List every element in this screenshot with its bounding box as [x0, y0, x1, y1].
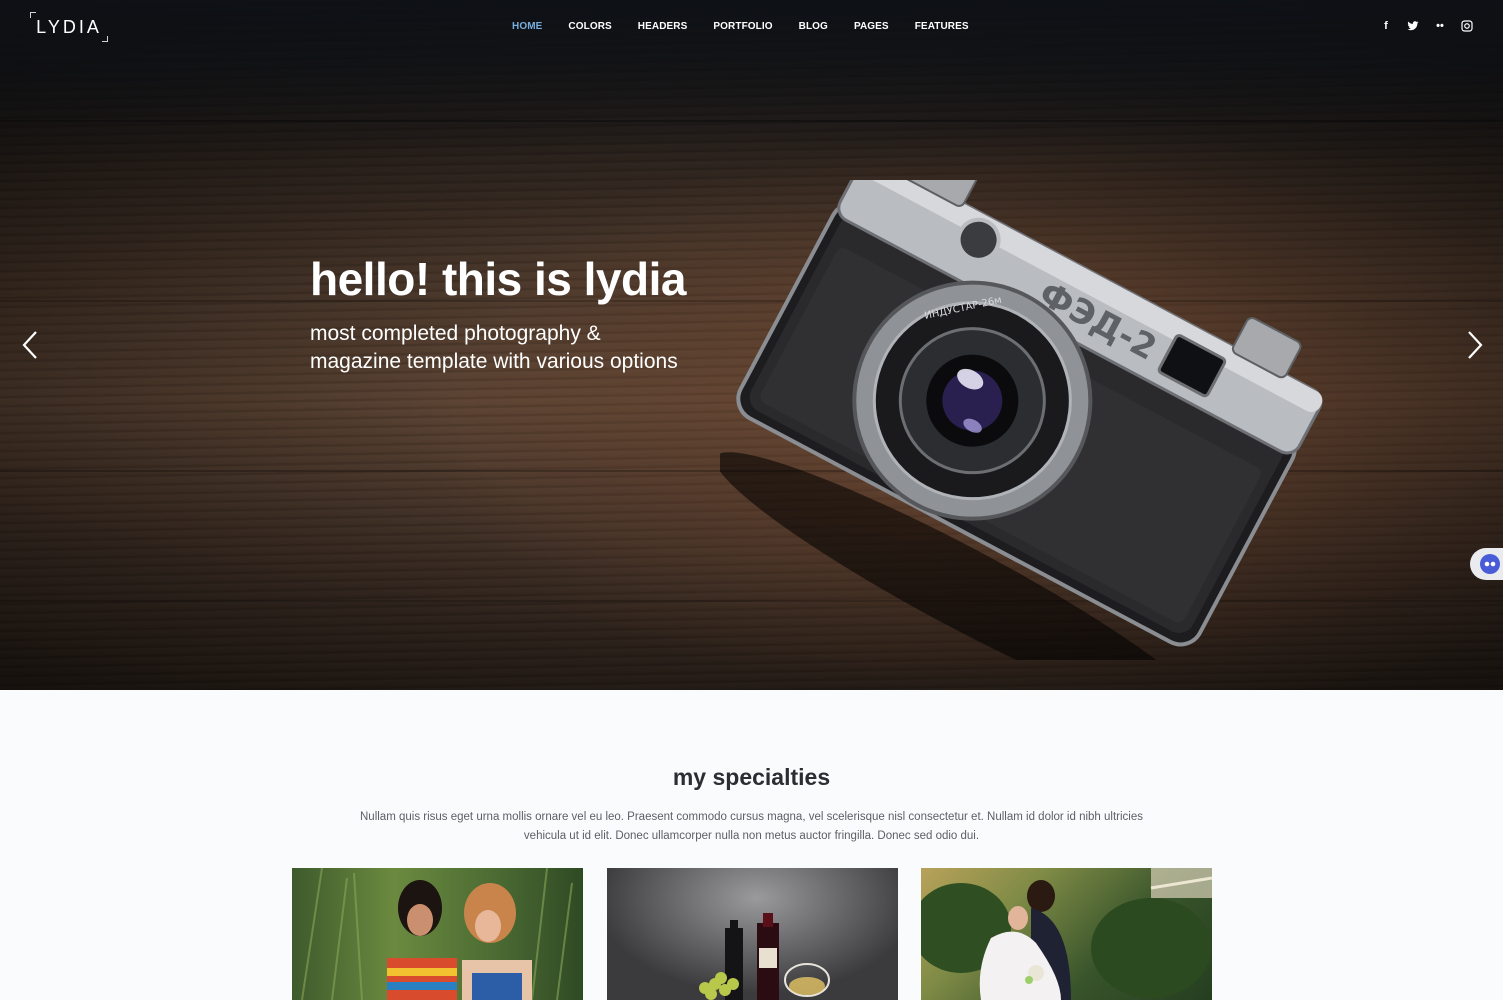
nav-item-headers[interactable]: HEADERS: [638, 21, 688, 32]
slider-prev-icon[interactable]: [20, 330, 40, 360]
nav-item-blog[interactable]: BLOG: [799, 21, 828, 32]
nav-item-features[interactable]: FEATURES: [915, 21, 969, 32]
social-links: f ••: [1380, 20, 1488, 32]
nav-item-colors[interactable]: COLORS: [568, 21, 611, 32]
hero-title: hello! this is lydia: [310, 253, 686, 305]
hero-slider: ФЭД-2 ИНДУСТАР-26м: [0, 0, 1503, 690]
twitter-icon[interactable]: [1407, 20, 1419, 32]
instagram-icon[interactable]: [1461, 20, 1473, 32]
facebook-icon[interactable]: f: [1380, 20, 1392, 32]
hero-subtitle-line2: magazine template with various options: [310, 350, 678, 373]
flickr-icon[interactable]: ••: [1434, 20, 1446, 32]
side-chat-widget[interactable]: [1470, 548, 1503, 580]
specialty-card-still-life[interactable]: [607, 868, 898, 1000]
nav-item-portfolio[interactable]: PORTFOLIO: [713, 21, 772, 32]
main-nav: HOME COLORS HEADERS PORTFOLIO BLOG PAGES…: [512, 21, 995, 32]
slider-next-icon[interactable]: [1465, 330, 1485, 360]
specialties-title: my specialties: [672, 764, 831, 790]
camera-image: ФЭД-2 ИНДУСТАР-26м: [720, 180, 1323, 660]
logo-text: LYDIA: [36, 17, 102, 37]
specialty-card-fashion[interactable]: [292, 868, 583, 1000]
specialties-description: Nullam quis risus eget urna mollis ornar…: [360, 811, 1143, 842]
hero-subtitle: most completed photography & magazine te…: [310, 320, 750, 376]
nav-item-pages[interactable]: PAGES: [854, 21, 889, 32]
hero-subtitle-line1: most completed photography &: [310, 322, 601, 345]
nav-item-home[interactable]: HOME: [512, 21, 542, 32]
chat-bot-icon: [1480, 554, 1500, 574]
site-logo[interactable]: LYDIA: [30, 12, 108, 42]
specialty-card-wedding[interactable]: [921, 868, 1212, 1000]
